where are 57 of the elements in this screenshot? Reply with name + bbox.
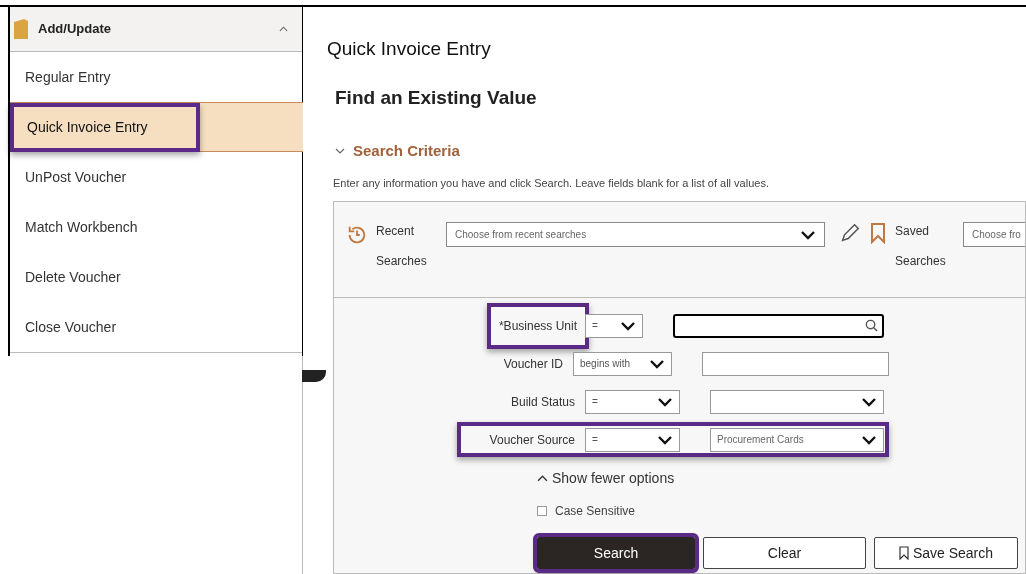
sidebar-item[interactable]: Match Workbench: [10, 202, 302, 252]
sidebar-item-label: UnPost Voucher: [25, 167, 127, 187]
operator-dropdown[interactable]: =: [585, 389, 680, 414]
sidebar-item[interactable]: Close Voucher: [10, 302, 302, 352]
sidebar-item-label: Delete Voucher: [25, 267, 121, 287]
sidebar-item[interactable]: Quick Invoice Entry: [10, 102, 303, 152]
operator-dropdown[interactable]: begins with: [573, 351, 672, 376]
pencil-icon[interactable]: [839, 222, 861, 244]
search-criteria-toggle[interactable]: Search Criteria: [335, 140, 1026, 163]
criteria-label: Voucher ID: [503, 355, 563, 373]
sidebar-item-label: Regular Entry: [25, 67, 111, 87]
checkbox[interactable]: [537, 506, 547, 516]
sidebar-header[interactable]: Add/Update: [10, 7, 302, 52]
sidebar-header-label: Add/Update: [38, 20, 112, 39]
saved-label: Searches: [895, 253, 947, 270]
bookmark-icon[interactable]: [869, 222, 887, 244]
chevron-up-icon: [279, 26, 288, 32]
operator-dropdown[interactable]: =: [585, 313, 643, 338]
chevron-down-icon: [620, 320, 636, 331]
recent-label: Recent: [376, 223, 416, 240]
sidebar-item[interactable]: UnPost Voucher: [10, 152, 302, 202]
saved-searches-dropdown[interactable]: Choose fro: [963, 222, 1025, 247]
search-icon[interactable]: [865, 319, 878, 332]
chevron-down-icon: [861, 396, 877, 407]
value-dropdown[interactable]: Procurement Cards: [710, 427, 884, 452]
chevron-down-icon: [657, 396, 673, 407]
sidebar-item[interactable]: Delete Voucher: [10, 252, 302, 302]
sidebar-item[interactable]: Regular Entry: [10, 52, 302, 102]
recent-searches-dropdown[interactable]: Choose from recent searches: [446, 222, 825, 247]
section-heading: Find an Existing Value: [335, 85, 538, 110]
saved-label: Saved: [895, 223, 931, 240]
chevron-up-icon: [537, 475, 548, 482]
collapse-tab-icon[interactable]: [302, 370, 326, 382]
value-dropdown[interactable]: [710, 389, 884, 414]
chevron-down-icon: [657, 434, 673, 445]
chevron-down-icon: [335, 148, 345, 155]
show-options-toggle[interactable]: Show fewer options: [537, 468, 675, 489]
folder-icon: [14, 19, 28, 39]
page-title: Quick Invoice Entry: [327, 37, 492, 61]
chevron-down-icon: [649, 358, 665, 369]
criteria-label: Voucher Source: [489, 431, 575, 449]
criteria-label: Build Status: [510, 393, 575, 411]
sidebar-item-label: Quick Invoice Entry: [10, 102, 200, 152]
checkbox-label: Case Sensitive: [555, 503, 636, 520]
chevron-down-icon: [800, 229, 816, 240]
instructions-text: Enter any information you have and click Search. Leave fields blank for a list of all values.: [333, 175, 770, 191]
clear-button[interactable]: Clear: [703, 537, 866, 569]
operator-dropdown[interactable]: =: [585, 427, 680, 452]
recent-label: Searches: [376, 253, 428, 270]
history-icon[interactable]: [346, 224, 368, 246]
sidebar-item-label: Match Workbench: [25, 217, 138, 237]
sidebar-item-label: Close Voucher: [25, 317, 117, 337]
bookmark-icon: [898, 546, 909, 560]
input-field[interactable]: [702, 351, 889, 376]
chevron-down-icon: [861, 434, 877, 445]
save-search-button[interactable]: Save Search: [874, 537, 1018, 569]
lookup-field[interactable]: [673, 313, 884, 338]
